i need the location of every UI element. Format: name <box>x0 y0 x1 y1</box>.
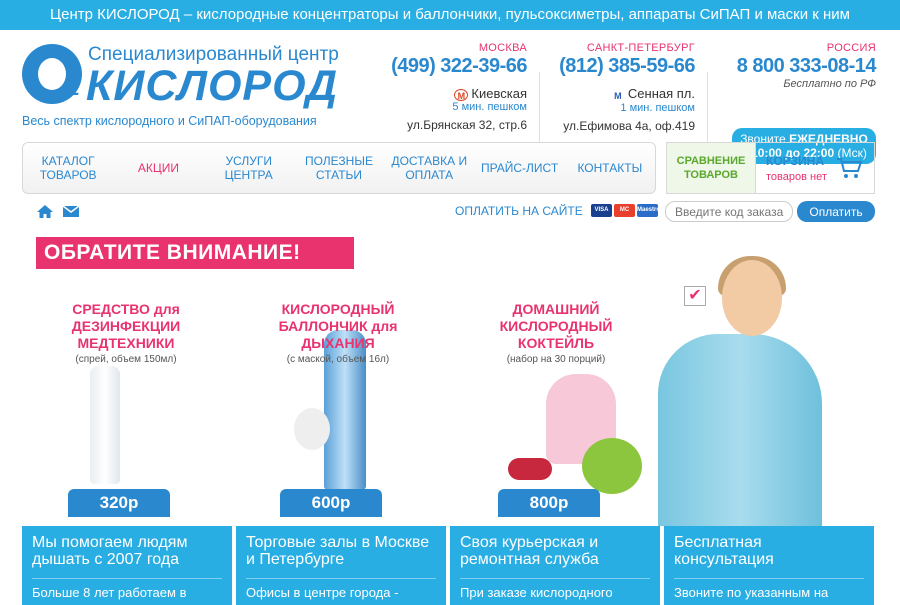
metro-station: М Киевская <box>391 86 527 101</box>
payment-cards: VISA MC Maestro <box>591 204 660 217</box>
phone-link[interactable]: (812) 385-59-66 <box>559 55 695 78</box>
metro-spb-icon: M <box>614 91 622 101</box>
announcement-text: Центр КИСЛОРОД – кислородные концентрато… <box>50 6 850 23</box>
product-subtitle: (спрей, объем 150мл) <box>75 354 177 365</box>
nav-articles[interactable]: ПОЛЕЗНЫЕ СТАТЬИ <box>294 154 384 182</box>
logo-tagline: Весь спектр кислородного и СиПАП-оборудо… <box>22 114 317 128</box>
phone-link[interactable]: (499) 322-39-66 <box>391 55 527 78</box>
mastercard-icon: MC <box>614 204 635 217</box>
product-price: 800р <box>498 489 600 517</box>
maestro-icon: Maestro <box>637 204 660 217</box>
nurse-coat <box>658 334 822 526</box>
nurse-head <box>722 260 782 336</box>
site-logo[interactable]: 2 Специализированный центр КИСЛОРОД Весь… <box>22 42 344 130</box>
product-title: КИСЛОРОДНЫЙ БАЛЛОНЧИК для ДЫХАНИЯ <box>278 301 398 351</box>
promo-product[interactable]: КИСЛОРОДНЫЙ БАЛЛОНЧИК для ДЫХАНИЯ (с мас… <box>258 301 418 517</box>
walk-time: 1 мин. пешком <box>620 102 695 114</box>
address: ул.Брянская 32, стр.6 <box>407 118 527 132</box>
address: ул.Ефимова 4а, оф.419 <box>563 119 695 133</box>
nurse-illustration: ✔ <box>650 256 822 526</box>
feature-divider <box>674 578 864 579</box>
feature-divider <box>32 578 222 579</box>
notice-heading: ОБРАТИТЕ ВНИМАНИЕ! <box>36 237 354 269</box>
home-icon[interactable] <box>36 204 54 219</box>
main-nav: КАТАЛОГ ТОВАРОВ АКЦИИ УСЛУГИ ЦЕНТРА ПОЛЕ… <box>22 142 656 194</box>
compare-cart-panel: СРАВНЕНИЕ ТОВАРОВ КОРЗИНА товаров нет <box>666 142 875 194</box>
divider <box>707 72 708 152</box>
logo-mark-digit: 2 <box>68 78 80 100</box>
contact-spb: САНКТ-ПЕТЕРБУРГ (812) 385-59-66 M Сенная … <box>559 42 695 133</box>
product-price: 320р <box>68 489 170 517</box>
promo-banner[interactable]: ОБРАТИТЕ ВНИМАНИЕ! СРЕДСТВО для ДЕЗИНФЕК… <box>22 226 874 526</box>
feature-title: Мы помогаем людям дышать с 2007 года <box>32 534 188 568</box>
feature-divider <box>246 578 436 579</box>
apple-image <box>582 438 642 494</box>
feature-text: Больше 8 лет работаем в <box>32 585 187 600</box>
logo-name: КИСЛОРОД <box>86 62 339 110</box>
product-title: СРЕДСТВО для ДЕЗИНФЕКЦИИ МЕДТЕХНИКИ <box>71 301 181 351</box>
product-subtitle: (набор на 30 порций) <box>506 354 606 365</box>
feature-card: Бесплатная консультация Звоните по указа… <box>664 526 874 605</box>
phone-link[interactable]: 8 800 333-08-14 <box>737 55 877 78</box>
product-price: 600р <box>280 489 382 517</box>
contact-moscow: МОСКВА (499) 322-39-66 М Киевская 5 мин. … <box>391 42 527 132</box>
feature-text: Офисы в центре города - <box>246 585 399 600</box>
feature-title: Бесплатная консультация <box>674 534 774 568</box>
promo-product[interactable]: ДОМАШНИЙ КИСЛОРОДНЫЙ КОКТЕЙЛЬ (набор на … <box>476 301 636 517</box>
metro-moscow-icon: М <box>454 89 469 101</box>
nav-catalog[interactable]: КАТАЛОГ ТОВАРОВ <box>23 154 113 182</box>
feature-text: При заказе кислородного <box>460 585 613 600</box>
metro-name: Сенная пл. <box>627 86 695 101</box>
pay-button[interactable]: Оплатить <box>797 201 875 222</box>
feature-card: Торговые залы в Москве и Петербурге Офис… <box>236 526 446 605</box>
berries-image <box>508 458 552 480</box>
free-call-note: Бесплатно по РФ <box>783 78 876 90</box>
feature-text: Звоните по указанным на <box>674 585 829 600</box>
compare-button[interactable]: СРАВНЕНИЕ ТОВАРОВ <box>667 143 756 193</box>
nav-promotions[interactable]: АКЦИИ <box>113 161 203 175</box>
metro-station: M Сенная пл. <box>559 86 695 102</box>
city-name: РОССИЯ <box>826 42 876 54</box>
feature-divider <box>460 578 650 579</box>
nav-delivery[interactable]: ДОСТАВКА И ОПЛАТА <box>384 154 474 182</box>
walk-time: 5 мин. пешком <box>452 101 527 113</box>
nav-services[interactable]: УСЛУГИ ЦЕНТРА <box>204 154 294 182</box>
cart-button[interactable]: КОРЗИНА товаров нет <box>756 143 874 193</box>
metro-name: Киевская <box>471 86 527 101</box>
feature-card: Своя курьерская и ремонтная служба При з… <box>450 526 660 605</box>
cart-icon <box>837 158 862 178</box>
contact-russia: РОССИЯ 8 800 333-08-14 Бесплатно по РФ <box>737 42 877 90</box>
nav-contacts[interactable]: КОНТАКТЫ <box>565 161 655 175</box>
feature-card: Мы помогаем людям дышать с 2007 года Бол… <box>22 526 232 605</box>
visa-icon: VISA <box>591 204 612 217</box>
spray-bottle-image <box>90 366 120 484</box>
header: 2 Специализированный центр КИСЛОРОД Весь… <box>0 30 900 164</box>
order-code-input[interactable] <box>665 201 793 222</box>
pay-online-label: ОПЛАТИТЬ НА САЙТЕ <box>455 204 583 218</box>
city-name: МОСКВА <box>478 42 527 54</box>
mail-icon[interactable] <box>63 206 79 217</box>
feature-title: Своя курьерская и ремонтная служба <box>460 534 599 568</box>
tool-row: ОПЛАТИТЬ НА САЙТЕ VISA MC Maestro Оплати… <box>0 200 900 224</box>
city-name: САНКТ-ПЕТЕРБУРГ <box>586 42 695 54</box>
promo-product[interactable]: СРЕДСТВО для ДЕЗИНФЕКЦИИ МЕДТЕХНИКИ (спр… <box>46 301 206 517</box>
nav-pricelist[interactable]: ПРАЙС-ЛИСТ <box>474 161 564 175</box>
divider <box>539 72 540 152</box>
feature-title: Торговые залы в Москве и Петербурге <box>246 534 430 568</box>
product-subtitle: (с маской, объем 16л) <box>286 354 390 365</box>
product-title: ДОМАШНИЙ КИСЛОРОДНЫЙ КОКТЕЙЛЬ <box>499 301 613 351</box>
top-announcement-bar: Центр КИСЛОРОД – кислородные концентрато… <box>0 0 900 30</box>
checkbox-icon: ✔ <box>684 286 706 306</box>
features-row: Мы помогаем людям дышать с 2007 года Бол… <box>22 526 874 605</box>
oxygen-mask-image <box>294 408 330 450</box>
